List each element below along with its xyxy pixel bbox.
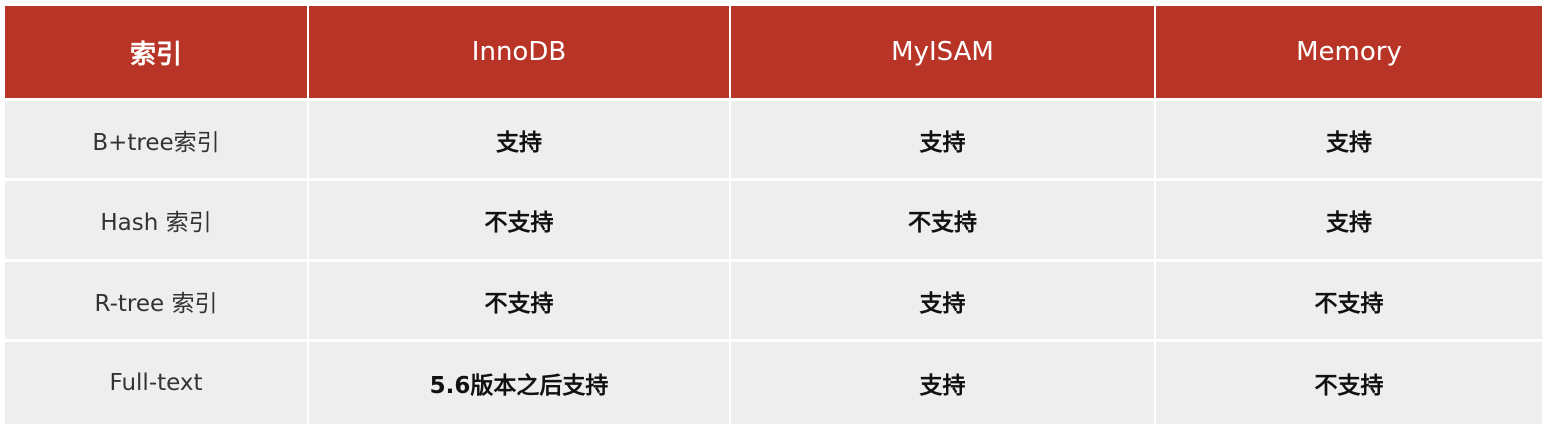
cell-innodb: 不支持 — [308, 178, 731, 261]
table-row: R-tree 索引 不支持 支持 不支持 — [5, 259, 1542, 341]
cell-innodb: 支持 — [308, 98, 731, 180]
row-label: Full-text — [5, 339, 309, 424]
table-row: Full-text 5.6版本之后支持 支持 不支持 — [5, 339, 1542, 424]
cell-myisam: 支持 — [730, 339, 1156, 424]
cell-myisam: 不支持 — [730, 178, 1156, 261]
index-support-table-container: 索引 InnoDB MyISAM Memory B+tree索引 支持 支持 支… — [5, 6, 1542, 424]
table-row: B+tree索引 支持 支持 支持 — [5, 98, 1542, 180]
row-label: Hash 索引 — [5, 178, 309, 261]
cell-memory: 支持 — [1155, 178, 1542, 261]
header-memory: Memory — [1155, 6, 1542, 100]
header-row: 索引 InnoDB MyISAM Memory — [5, 6, 1542, 100]
table-header: 索引 InnoDB MyISAM Memory — [5, 6, 1542, 100]
cell-memory: 不支持 — [1155, 259, 1542, 341]
cell-innodb: 不支持 — [308, 259, 731, 341]
cell-myisam: 支持 — [730, 259, 1156, 341]
table-row: Hash 索引 不支持 不支持 支持 — [5, 178, 1542, 261]
index-support-table: 索引 InnoDB MyISAM Memory B+tree索引 支持 支持 支… — [5, 6, 1542, 424]
header-innodb: InnoDB — [308, 6, 731, 100]
cell-myisam: 支持 — [730, 98, 1156, 180]
cell-memory: 不支持 — [1155, 339, 1542, 424]
header-myisam: MyISAM — [730, 6, 1156, 100]
cell-memory: 支持 — [1155, 98, 1542, 180]
header-index: 索引 — [5, 6, 309, 100]
row-label: B+tree索引 — [5, 98, 309, 180]
cell-innodb: 5.6版本之后支持 — [308, 339, 731, 424]
row-label: R-tree 索引 — [5, 259, 309, 341]
table-body: B+tree索引 支持 支持 支持 Hash 索引 不支持 不支持 支持 R-t… — [5, 98, 1542, 424]
